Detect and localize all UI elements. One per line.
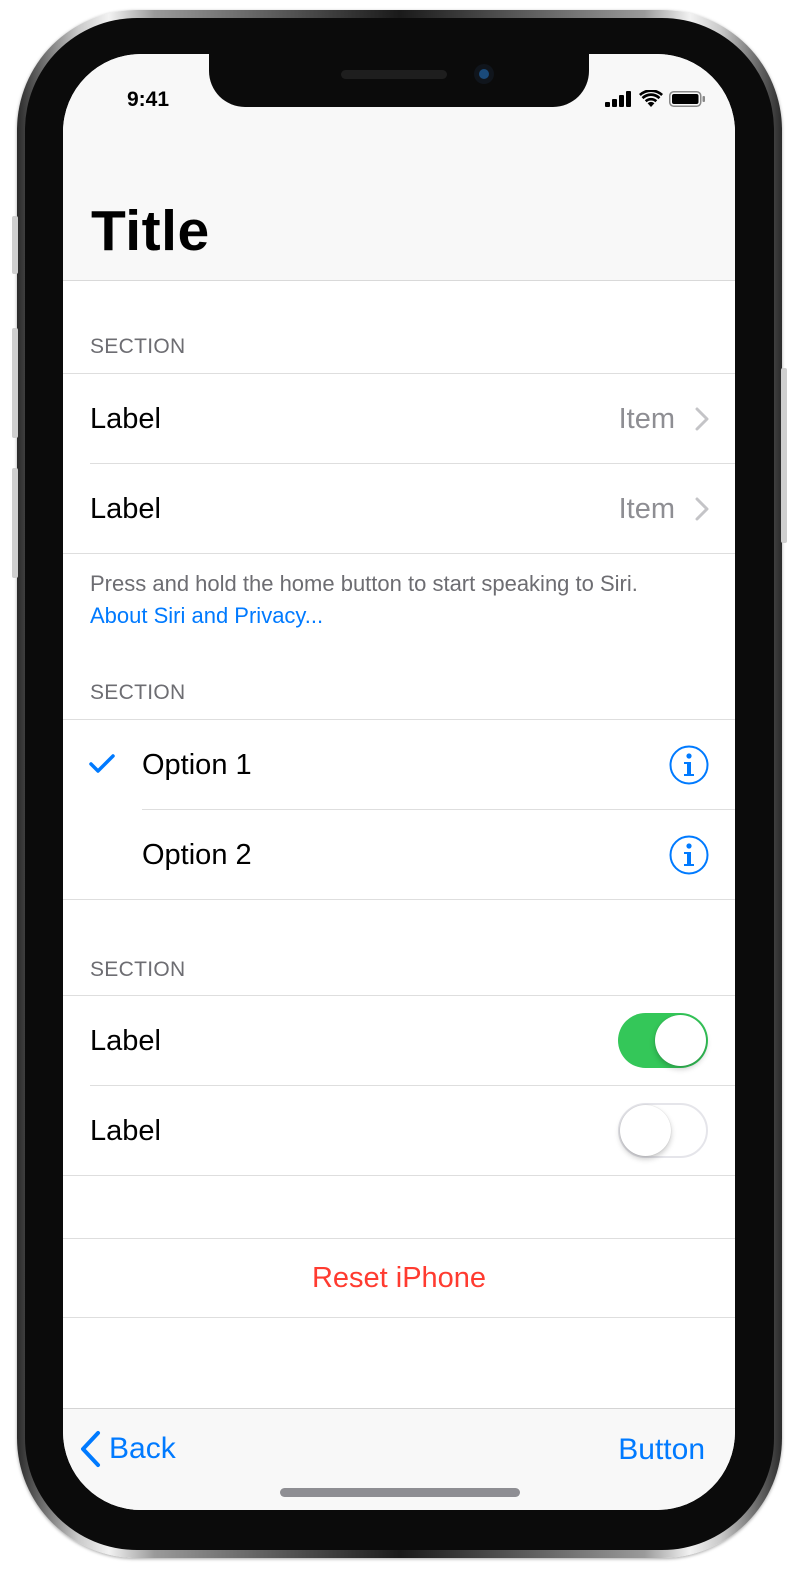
about-siri-privacy-link[interactable]: About Siri and Privacy... [90,603,323,628]
bottom-toolbar: Back Button [63,1408,735,1510]
list-row-label-item[interactable]: Label Item [63,464,735,553]
section-footer: Press and hold the home button to start … [90,568,690,632]
row-label: Label [90,1025,161,1057]
volume-up-button [12,328,18,438]
option-row-2[interactable]: Option 2 [63,810,735,899]
wifi-icon [639,90,663,107]
notch [209,54,589,107]
list-row-label-item[interactable]: Label Item [63,374,735,463]
toggle-switch-off[interactable] [618,1103,708,1158]
toggle-row-2: Label [63,1086,735,1175]
footer-text: Press and hold the home button to start … [90,571,638,596]
toolbar-right-button[interactable]: Button [618,1433,705,1467]
chevron-left-icon [81,1431,100,1467]
separator [63,553,735,554]
section-header: SECTION [90,958,186,981]
power-button [781,368,787,543]
reset-iphone-label: Reset iPhone [311,1262,487,1294]
back-button[interactable]: Back [79,1429,176,1469]
separator [63,899,735,900]
option-label: Option 2 [142,839,252,871]
row-detail: Item [618,403,675,435]
toggle-knob [620,1105,671,1156]
section-header: SECTION [90,335,186,358]
toggle-switch-on[interactable] [618,1013,708,1068]
status-icons [605,90,705,107]
earpiece-speaker [341,70,447,79]
option-row-1[interactable]: Option 1 [63,720,735,809]
info-icon[interactable] [669,835,709,875]
option-label: Option 1 [142,749,252,781]
row-detail: Item [618,493,675,525]
row-label: Label [90,493,161,525]
section-header: SECTION [90,681,186,704]
toggle-row-1: Label [63,996,735,1085]
back-label: Back [109,1432,176,1465]
chevron-right-icon [695,497,709,521]
status-time: 9:41 [127,88,170,111]
volume-down-button [12,468,18,578]
mute-switch [12,216,18,274]
navigation-bar: Title [63,144,735,281]
page-title: Title [91,199,210,263]
separator [63,1317,735,1318]
battery-icon [669,91,705,107]
row-label: Label [90,403,161,435]
checkmark-icon [89,754,115,773]
separator [63,1175,735,1176]
front-camera [474,64,494,84]
cellular-signal-icon [605,91,631,107]
toggle-knob [655,1015,706,1066]
chevron-right-icon [695,407,709,431]
home-indicator [280,1488,520,1497]
reset-iphone-button[interactable]: Reset iPhone [63,1239,735,1317]
info-icon[interactable] [669,745,709,785]
phone-screen: 9:41 Title SECTION Label Item Label Item… [63,54,735,1510]
row-label: Label [90,1115,161,1147]
